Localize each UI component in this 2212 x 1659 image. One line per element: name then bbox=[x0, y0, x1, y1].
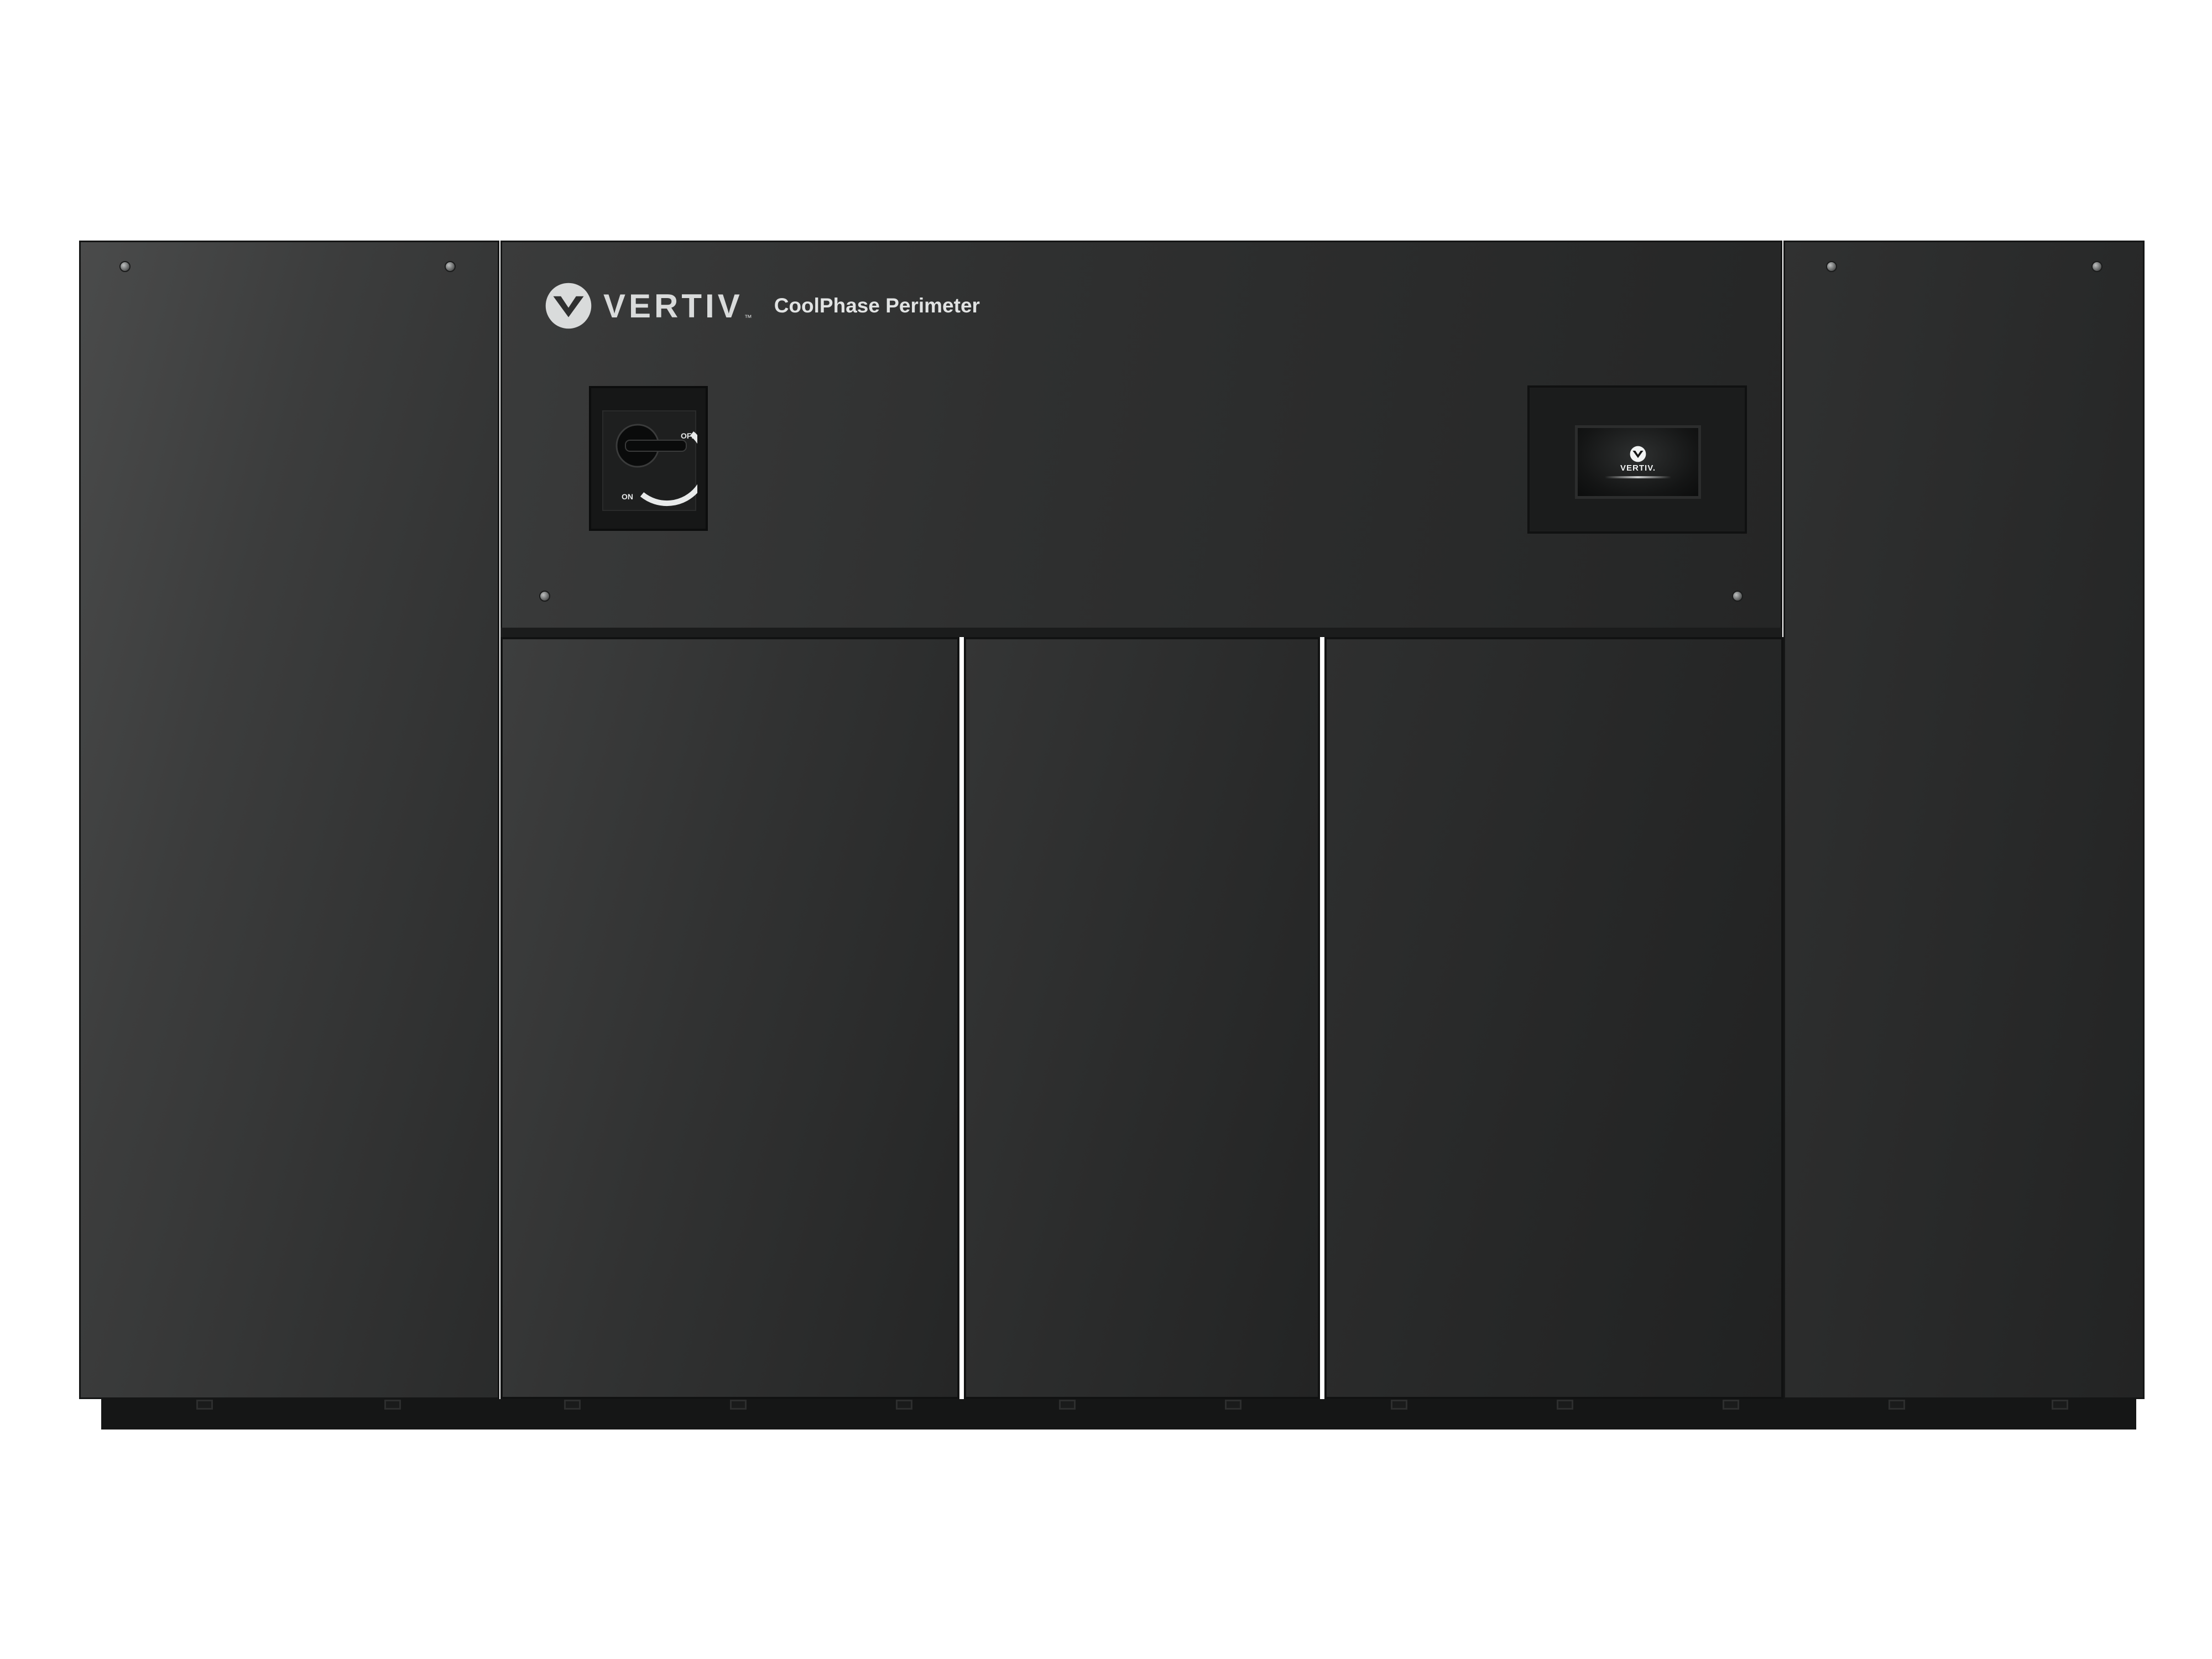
base-foot bbox=[564, 1400, 581, 1410]
vertiv-logo-icon bbox=[1630, 446, 1646, 462]
base-foot bbox=[1888, 1400, 1905, 1410]
disconnect-switch[interactable]: OFF ON bbox=[589, 386, 709, 531]
base-foot bbox=[1225, 1400, 1241, 1410]
brand-trademark: ™ bbox=[744, 313, 752, 322]
base-foot bbox=[384, 1400, 401, 1410]
left-side-panel bbox=[79, 241, 499, 1399]
switch-on-label: ON bbox=[622, 492, 633, 501]
base-foot bbox=[196, 1400, 213, 1410]
base-foot bbox=[1723, 1400, 1739, 1410]
base-foot bbox=[1391, 1400, 1407, 1410]
front-door-center bbox=[964, 637, 1320, 1399]
switch-plate bbox=[602, 410, 709, 511]
screw bbox=[1732, 591, 1743, 602]
screw bbox=[445, 261, 456, 272]
touch-display[interactable]: VERTIV. bbox=[1575, 425, 1701, 499]
rotary-handle-icon bbox=[615, 424, 709, 507]
screw bbox=[539, 591, 550, 602]
panel-divider bbox=[500, 628, 1782, 637]
brand-header: VERTIV ™ CoolPhase Perimeter bbox=[545, 282, 980, 330]
display-bezel: VERTIV. bbox=[1527, 385, 1747, 534]
switch-off-label: OFF bbox=[681, 431, 696, 440]
display-glow bbox=[1605, 476, 1671, 478]
base-foot bbox=[1059, 1400, 1076, 1410]
front-door-left bbox=[500, 637, 959, 1399]
screw bbox=[2091, 261, 2103, 272]
base-foot bbox=[1557, 1400, 1573, 1410]
product-photo: VERTIV ™ CoolPhase Perimeter OFF ON VERT… bbox=[0, 0, 2212, 1659]
display-brand: VERTIV. bbox=[1620, 463, 1656, 473]
brand-name: VERTIV bbox=[603, 287, 743, 325]
product-name: CoolPhase Perimeter bbox=[774, 294, 980, 317]
base-foot bbox=[730, 1400, 747, 1410]
right-side-panel bbox=[1783, 241, 2145, 1399]
base-frame bbox=[101, 1399, 2136, 1430]
cooling-unit bbox=[79, 241, 2145, 1430]
screw bbox=[119, 261, 131, 272]
screw bbox=[1826, 261, 1837, 272]
vertiv-logo-icon bbox=[545, 283, 592, 329]
front-door-right bbox=[1324, 637, 1783, 1399]
base-foot bbox=[2052, 1400, 2068, 1410]
base-foot bbox=[896, 1400, 912, 1410]
